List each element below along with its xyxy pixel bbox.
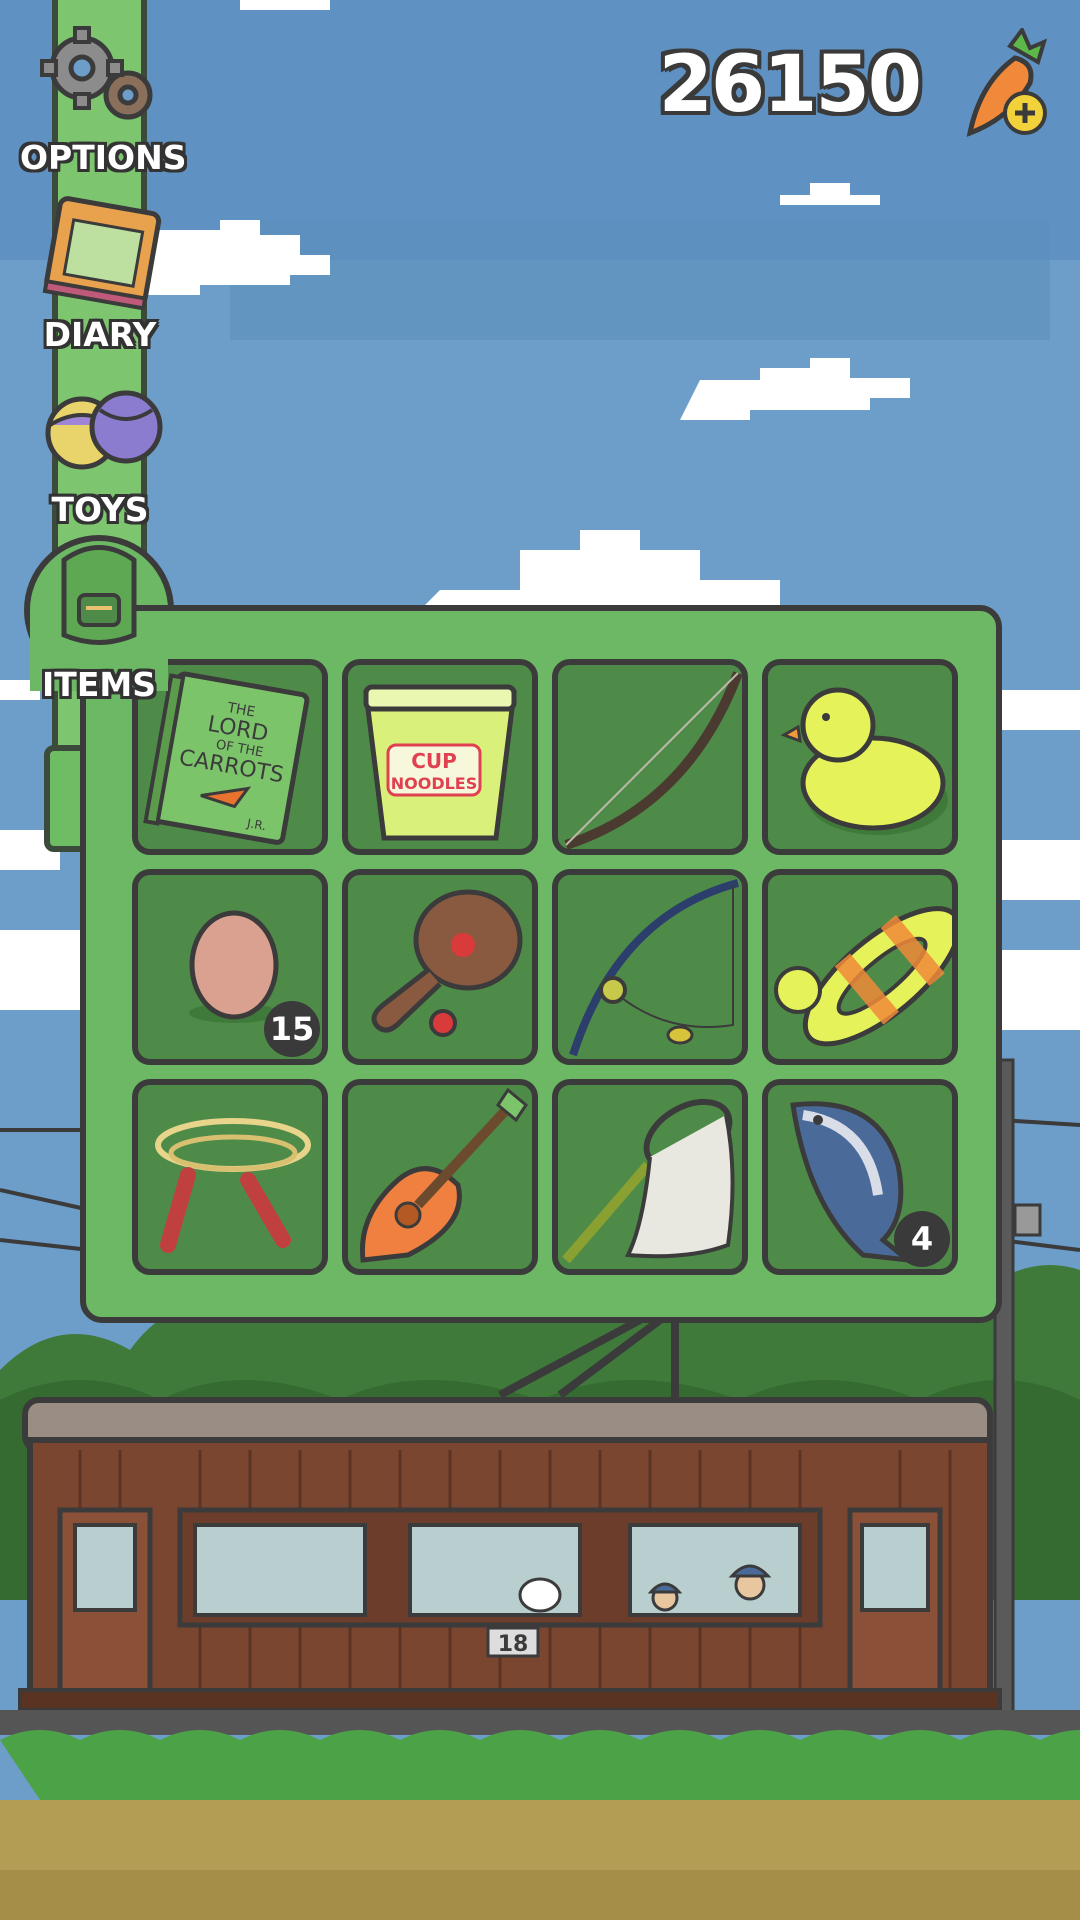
- item-slot-tuna[interactable]: 4: [762, 1079, 958, 1275]
- menu-label-options: OPTIONS: [20, 138, 187, 177]
- cup-label-line-1: CUP: [411, 749, 457, 773]
- item-slot-duck-swim-ring[interactable]: [762, 869, 958, 1065]
- backpack-icon: [24, 540, 174, 655]
- fishing-rod-icon: [569, 879, 740, 1057]
- cup-noodles-icon: CUP NOODLES: [363, 684, 517, 841]
- items-panel: THE LORD OF THE CARROTS J.R. CUP NOODLES: [80, 605, 1002, 1323]
- menu-label-items: ITEMS: [42, 665, 156, 704]
- tuna-count-badge: 4: [894, 1211, 950, 1267]
- carrot-currency: 26150: [659, 26, 1060, 148]
- menu-items-button[interactable]: ITEMS: [24, 540, 174, 704]
- diary-book-icon: [20, 195, 180, 311]
- paddle-ball-icon: [371, 889, 523, 1037]
- rubber-duck-icon: [780, 687, 948, 835]
- carrot-plus-icon: [966, 26, 1048, 137]
- item-slot-fishing-rod[interactable]: [552, 869, 748, 1065]
- item-slot-bow[interactable]: [552, 659, 748, 855]
- train-number: 18: [498, 1632, 529, 1657]
- item-slot-paddle-ball[interactable]: [342, 869, 538, 1065]
- item-slot-carrot-ukulele[interactable]: [342, 1079, 538, 1275]
- item-slot-jump-rope[interactable]: [132, 1079, 328, 1275]
- carrot-count: 26150: [658, 40, 922, 130]
- gears-icon: [20, 20, 180, 135]
- menu-label-diary: DIARY: [43, 315, 157, 354]
- item-slot-bug-net[interactable]: [552, 1079, 748, 1275]
- menu-label-toys: TOYS: [51, 490, 149, 529]
- menu-diary-button[interactable]: DIARY: [20, 195, 180, 354]
- item-slot-rubber-duck[interactable]: [762, 659, 958, 855]
- menu-options-button[interactable]: OPTIONS: [20, 20, 186, 177]
- add-carrots-button[interactable]: [940, 26, 1060, 148]
- item-slot-egg[interactable]: 15: [132, 869, 328, 1065]
- item-slot-cup-noodles[interactable]: CUP NOODLES: [342, 659, 538, 855]
- cup-label-line-2: NOODLES: [391, 774, 478, 793]
- bow-icon: [564, 671, 742, 849]
- items-grid: THE LORD OF THE CARROTS J.R. CUP NOODLES: [132, 659, 958, 1275]
- menu-toys-button[interactable]: TOYS: [20, 375, 180, 529]
- ukulele-icon: [359, 1087, 528, 1263]
- toy-balls-icon: [20, 375, 180, 490]
- jump-rope-icon: [155, 1118, 311, 1253]
- egg-count-badge: 15: [264, 1001, 320, 1057]
- swim-ring-icon: [774, 906, 952, 1047]
- bug-net-icon: [562, 1098, 735, 1264]
